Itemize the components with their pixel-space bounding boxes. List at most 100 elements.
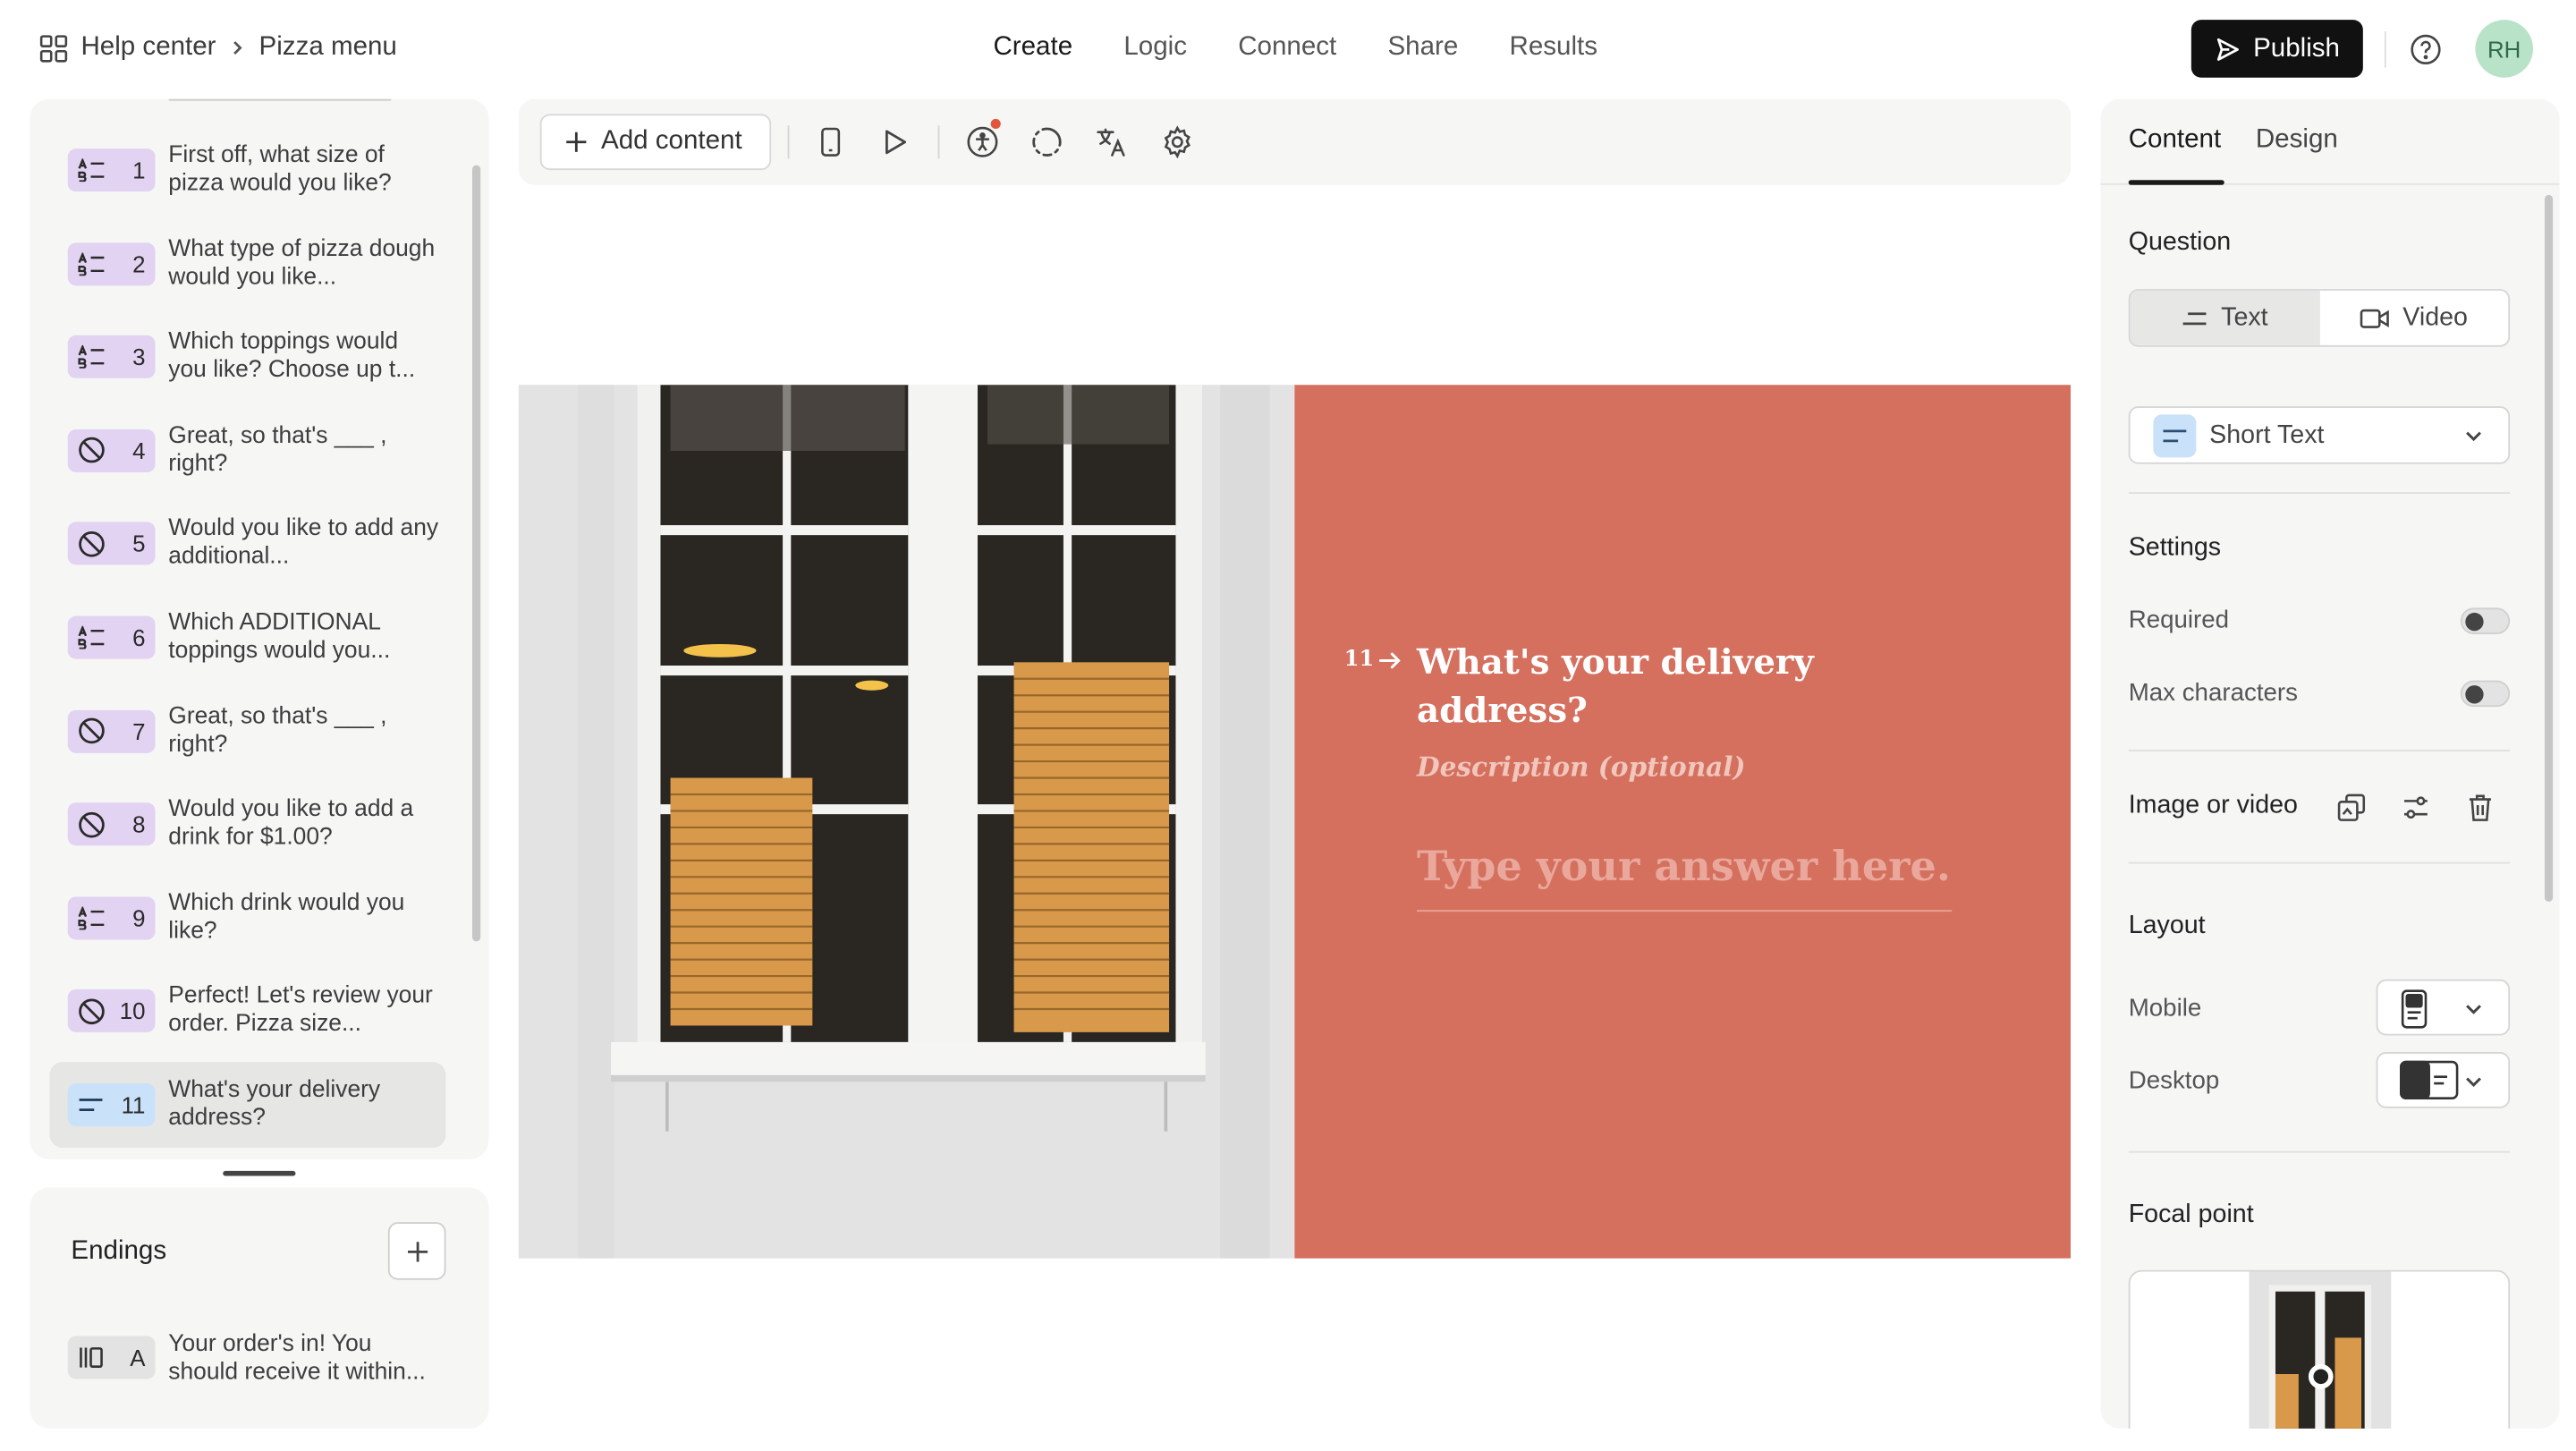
add-ending-button[interactable] bbox=[387, 1222, 446, 1280]
breadcrumb: Help center Pizza menu bbox=[39, 0, 397, 96]
add-content-button[interactable]: Add content bbox=[539, 114, 772, 171]
divider bbox=[2128, 492, 2511, 495]
toggle-knob bbox=[2465, 612, 2484, 632]
accessibility-icon[interactable] bbox=[964, 118, 1001, 160]
video-camera-icon bbox=[2360, 306, 2389, 329]
trash-icon[interactable] bbox=[2463, 791, 2496, 824]
breadcrumb-root[interactable]: Help center bbox=[80, 33, 216, 63]
question-title[interactable]: What's your delivery address? bbox=[1417, 638, 1962, 734]
question-item-1[interactable]: 1 First off, what size of pizza would you… bbox=[49, 127, 445, 213]
breadcrumb-current[interactable]: Pizza menu bbox=[259, 33, 397, 63]
question-text: Which drink would you like? bbox=[168, 889, 405, 945]
translate-icon[interactable] bbox=[1093, 123, 1130, 160]
question-item-10[interactable]: 10 Perfect! Let's review your order. Pizz… bbox=[49, 969, 445, 1055]
question-item-11[interactable]: 11 What's your delivery address? bbox=[49, 1062, 446, 1149]
focal-point-target[interactable] bbox=[2308, 1363, 2334, 1389]
question-number: 8 bbox=[132, 810, 146, 838]
tab-results[interactable]: Results bbox=[1484, 0, 1623, 96]
divider bbox=[2128, 1150, 2511, 1153]
apps-grid-icon[interactable] bbox=[39, 34, 68, 62]
add-content-label: Add content bbox=[601, 127, 742, 156]
chevron-down-icon bbox=[2462, 997, 2486, 1021]
tab-connect[interactable]: Connect bbox=[1213, 0, 1362, 96]
loading-spinner-icon[interactable] bbox=[1029, 123, 1065, 160]
question-description[interactable]: Description (optional) bbox=[1417, 751, 1746, 783]
tab-share[interactable]: Share bbox=[1362, 0, 1484, 96]
endings-title: Endings bbox=[71, 1236, 167, 1266]
question-item-8[interactable]: 8 Would you like to add a drink for $1.00… bbox=[49, 782, 445, 868]
mobile-preview-icon[interactable] bbox=[812, 123, 849, 160]
question-item-4[interactable]: 4 Great, so that's ___ , right? bbox=[49, 408, 445, 494]
publish-button[interactable]: Publish bbox=[2190, 20, 2363, 78]
canvas-toolbar: Add content bbox=[518, 98, 2072, 185]
question-number: 3 bbox=[132, 344, 146, 370]
help-icon[interactable] bbox=[2406, 29, 2445, 68]
image-video-label: Image or video bbox=[2128, 791, 2298, 819]
question-chip: 9 bbox=[67, 896, 156, 940]
settings-label: Settings bbox=[2128, 533, 2222, 562]
clipped-item-text bbox=[168, 98, 432, 103]
required-label: Required bbox=[2128, 606, 2230, 634]
question-type-toggle: Text Video bbox=[2128, 289, 2511, 347]
max-characters-toggle[interactable] bbox=[2460, 680, 2511, 708]
question-item-6[interactable]: 6 Which ADDITIONAL toppings would you... bbox=[49, 595, 445, 681]
arrow-right-icon bbox=[1379, 649, 1402, 669]
desktop-layout-select[interactable] bbox=[2376, 1052, 2511, 1108]
toggle-knob bbox=[2465, 685, 2484, 704]
no-symbol-icon bbox=[78, 717, 106, 744]
no-symbol-icon bbox=[78, 997, 106, 1025]
video-option[interactable]: Video bbox=[2319, 291, 2508, 345]
properties-tabs: Content Design bbox=[2100, 99, 2560, 185]
question-chip: 7 bbox=[67, 709, 156, 753]
preview-question-pane: 11 What's your delivery address? Descrip… bbox=[1294, 385, 2072, 1259]
question-chip: 6 bbox=[67, 615, 156, 659]
play-icon[interactable] bbox=[877, 123, 913, 160]
question-number: 11 bbox=[1344, 648, 1402, 672]
toolbar-divider bbox=[937, 125, 940, 159]
mobile-layout-select[interactable] bbox=[2376, 979, 2511, 1036]
question-text: Perfect! Let's review your order. Pizza … bbox=[168, 983, 433, 1039]
endings-panel: Endings A Your order's in! You should re… bbox=[30, 1187, 489, 1429]
avatar[interactable]: RH bbox=[2475, 20, 2534, 78]
question-list-scrollbar[interactable] bbox=[472, 165, 481, 942]
layout-label: Layout bbox=[2128, 912, 2206, 940]
notification-dot bbox=[990, 118, 1001, 130]
no-symbol-icon bbox=[78, 810, 106, 838]
question-text: Would you like to add any additional... bbox=[168, 515, 439, 571]
answer-type-select[interactable]: Short Text bbox=[2128, 406, 2511, 464]
question-number: 10 bbox=[119, 997, 146, 1025]
question-item-5[interactable]: 5 Would you like to add any additional... bbox=[49, 501, 445, 587]
no-symbol-icon bbox=[78, 530, 106, 557]
resize-handle[interactable] bbox=[223, 1170, 296, 1176]
adjust-sliders-icon[interactable] bbox=[2399, 791, 2432, 824]
question-chip: 11 bbox=[67, 1083, 156, 1127]
replace-media-icon[interactable] bbox=[2334, 791, 2368, 824]
gear-icon[interactable] bbox=[1159, 123, 1196, 160]
short-text-icon bbox=[2153, 414, 2197, 458]
question-text: Great, so that's ___ , right? bbox=[168, 422, 387, 478]
multiple-choice-icon bbox=[78, 158, 106, 182]
question-item-3[interactable]: 3 Which toppings would you like? Choose u… bbox=[49, 314, 445, 400]
tab-design[interactable]: Design bbox=[2256, 125, 2338, 155]
question-text: Which toppings would you like? Choose up… bbox=[168, 328, 416, 384]
answer-placeholder[interactable]: Type your answer here.. bbox=[1417, 843, 1953, 912]
question-list-panel: 1 First off, what size of pizza would you… bbox=[30, 98, 489, 1160]
tab-create[interactable]: Create bbox=[968, 0, 1098, 96]
required-toggle[interactable] bbox=[2460, 607, 2511, 634]
focal-point-picker[interactable] bbox=[2128, 1269, 2511, 1429]
question-chip: 8 bbox=[67, 802, 156, 846]
question-chip: 4 bbox=[67, 429, 156, 472]
question-item-9[interactable]: 9 Which drink would you like? bbox=[49, 875, 445, 961]
multiple-choice-icon bbox=[78, 345, 106, 369]
question-item-2[interactable]: 2 What type of pizza dough would you like… bbox=[49, 221, 445, 307]
question-item-7[interactable]: 7 Great, so that's ___ , right? bbox=[49, 688, 445, 774]
toolbar-divider bbox=[787, 125, 790, 159]
multiple-choice-icon bbox=[78, 906, 106, 930]
text-option[interactable]: Text bbox=[2130, 290, 2319, 345]
multiple-choice-icon bbox=[78, 625, 106, 649]
no-symbol-icon bbox=[78, 437, 106, 464]
tab-content[interactable]: Content bbox=[2129, 125, 2221, 155]
properties-scrollbar[interactable] bbox=[2544, 194, 2554, 903]
question-number: 6 bbox=[132, 624, 146, 651]
tab-logic[interactable]: Logic bbox=[1098, 0, 1213, 96]
